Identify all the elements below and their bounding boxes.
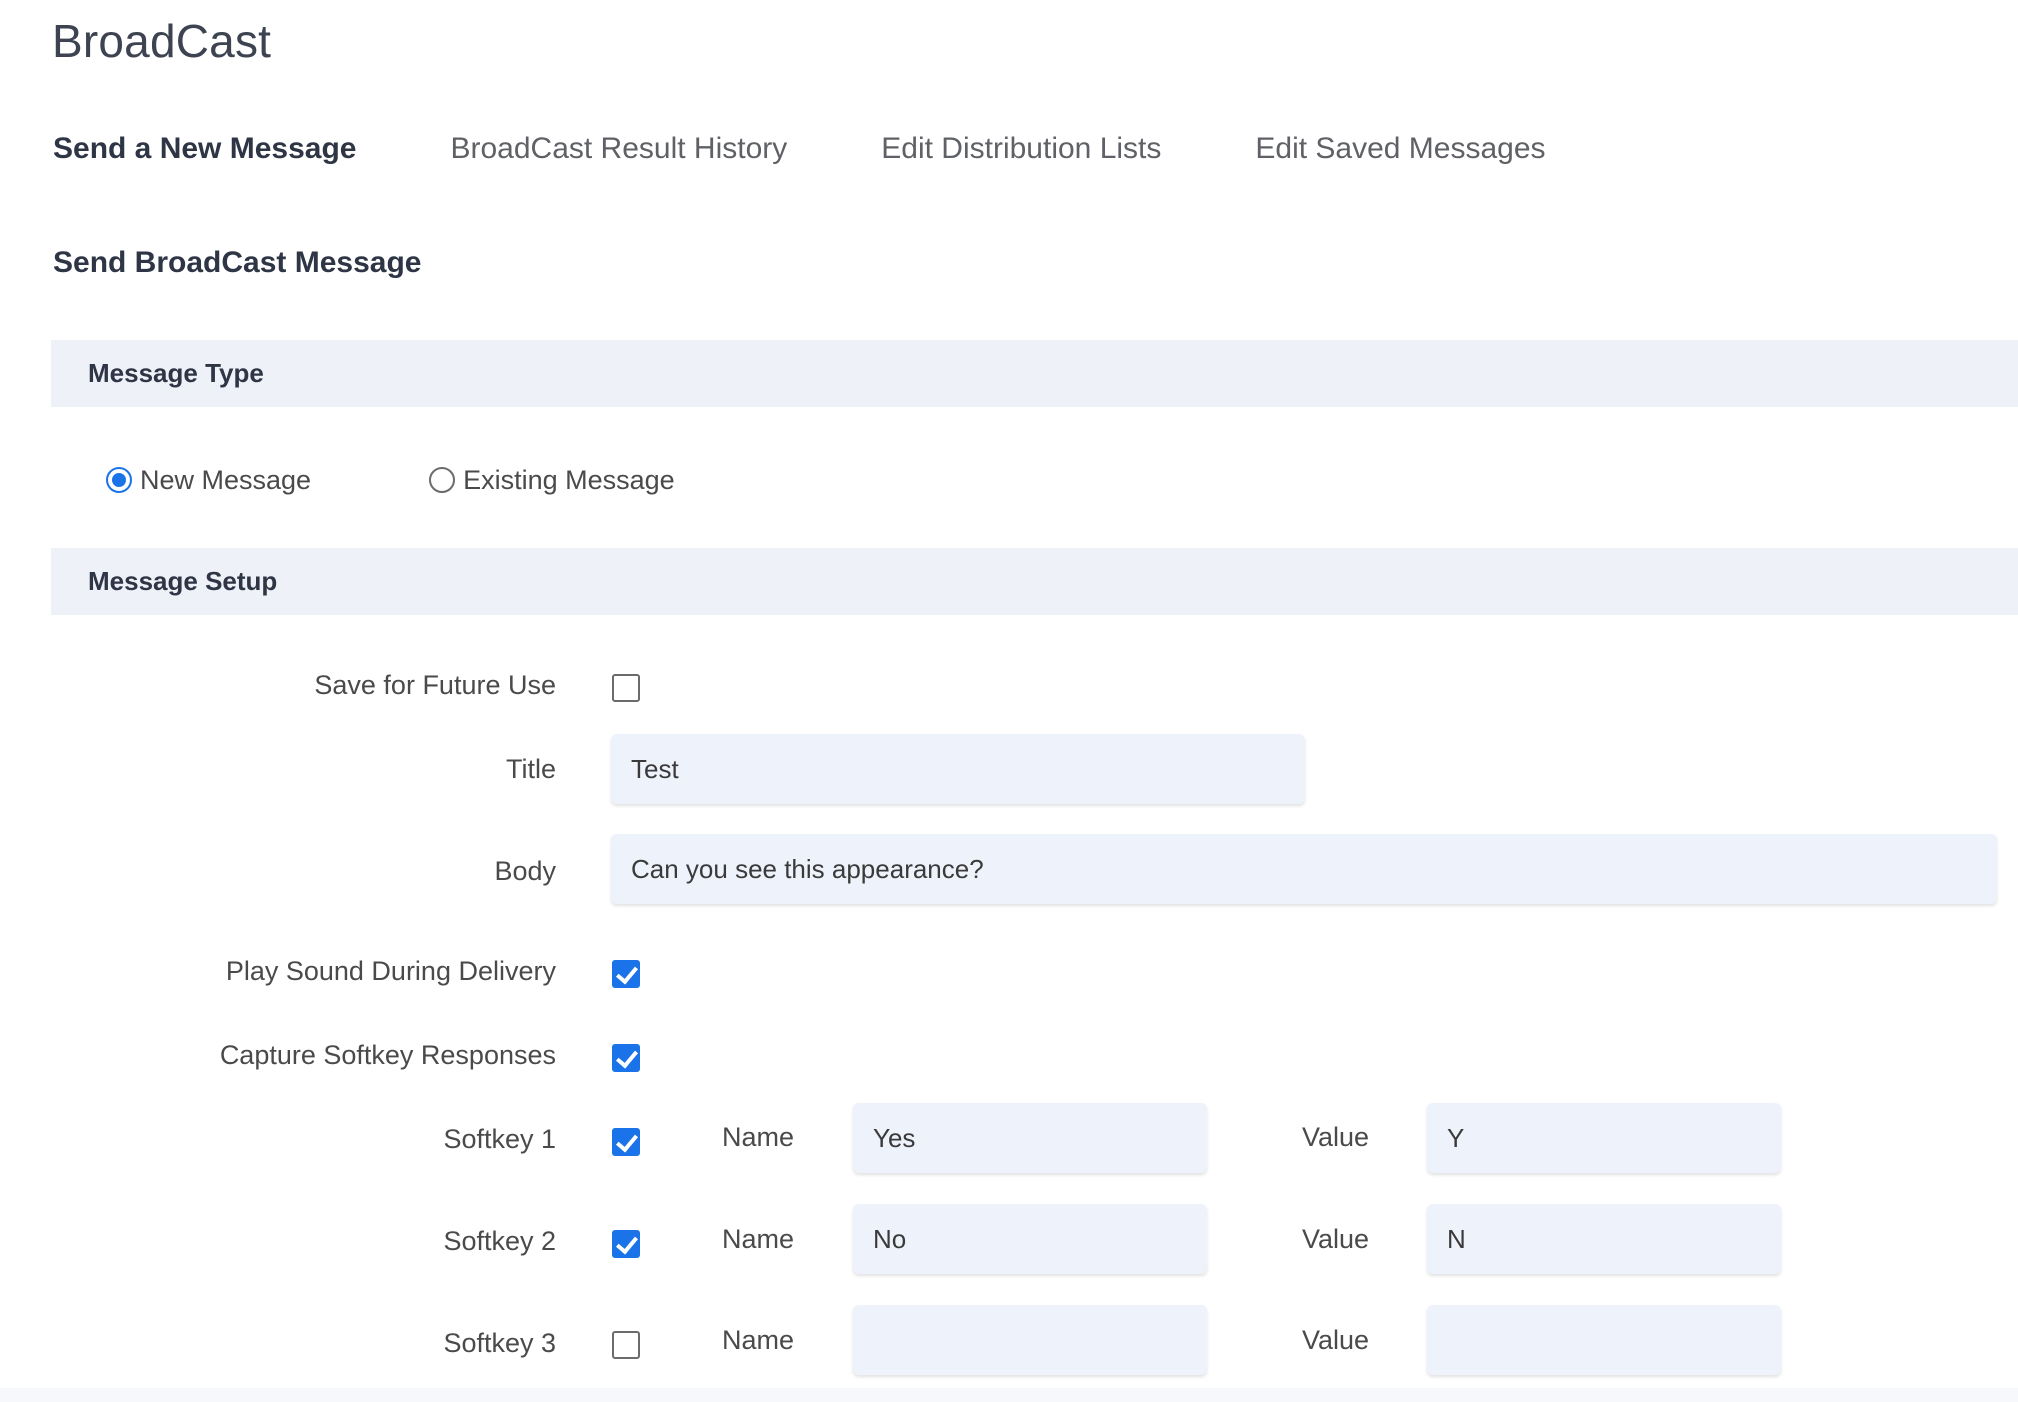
softkey-2-name-label: Name	[722, 1224, 795, 1254]
capture-softkeys-checkbox[interactable]	[612, 1044, 640, 1072]
radio-existing-message-control[interactable]	[429, 467, 456, 493]
softkey-3-label: Softkey 3	[443, 1328, 556, 1358]
softkey-2-label: Softkey 2	[443, 1226, 556, 1256]
softkey-3-name-label: Name	[722, 1325, 795, 1355]
softkey-1-value-input[interactable]	[1427, 1103, 1781, 1173]
message-type-label: Message Type	[88, 358, 264, 388]
play-sound-label: Play Sound During Delivery	[225, 956, 556, 986]
tab-edit-saved-messages[interactable]: Edit Saved Messages	[1255, 132, 1545, 166]
softkey-3-name-input[interactable]	[853, 1305, 1207, 1375]
save-for-future-label: Save for Future Use	[314, 670, 556, 700]
body-label: Body	[494, 856, 556, 886]
tab-bar: Send a New Message BroadCast Result Hist…	[53, 126, 1640, 172]
softkey-2-name-input[interactable]	[853, 1204, 1207, 1274]
tab-broadcast-result-history[interactable]: BroadCast Result History	[450, 132, 787, 166]
softkey-3-value-input[interactable]	[1427, 1305, 1781, 1375]
softkey-1-checkbox[interactable]	[612, 1128, 640, 1156]
tab-edit-distribution-lists[interactable]: Edit Distribution Lists	[881, 132, 1161, 166]
page-heading: Send BroadCast Message	[53, 246, 422, 279]
radio-new-message-control[interactable]	[106, 467, 132, 493]
softkey-2-checkbox[interactable]	[612, 1230, 640, 1258]
softkey-3-checkbox[interactable]	[612, 1331, 640, 1359]
softkey-3-value-label: Value	[1302, 1325, 1370, 1355]
title-input[interactable]	[611, 734, 1305, 804]
softkey-1-name-input[interactable]	[853, 1103, 1207, 1173]
title-label: Title	[505, 754, 556, 784]
softkey-2-value-input[interactable]	[1427, 1204, 1781, 1274]
radio-new-message-label[interactable]: New Message	[140, 465, 311, 496]
body-input[interactable]	[611, 834, 1997, 904]
message-type-section-header: Message Type	[51, 340, 2018, 407]
softkey-1-name-label: Name	[722, 1122, 795, 1152]
radio-existing-message[interactable]: Existing Message	[429, 465, 675, 496]
softkey-2-value-label: Value	[1302, 1224, 1370, 1254]
radio-new-message[interactable]: New Message	[106, 465, 311, 496]
message-type-radio-group: New Message Existing Message	[106, 462, 793, 498]
tab-send-new-message[interactable]: Send a New Message	[53, 132, 356, 166]
message-setup-section-header: Message Setup	[51, 548, 2018, 615]
softkey-1-value-label: Value	[1302, 1122, 1370, 1152]
radio-existing-message-label[interactable]: Existing Message	[463, 465, 675, 496]
save-for-future-checkbox[interactable]	[612, 674, 640, 702]
message-setup-label: Message Setup	[88, 566, 278, 596]
capture-softkeys-label: Capture Softkey Responses	[219, 1040, 556, 1070]
page-footer-strip	[0, 1388, 2018, 1402]
app-title: BroadCast	[52, 15, 272, 67]
softkey-1-label: Softkey 1	[443, 1124, 556, 1154]
play-sound-checkbox[interactable]	[612, 960, 640, 988]
